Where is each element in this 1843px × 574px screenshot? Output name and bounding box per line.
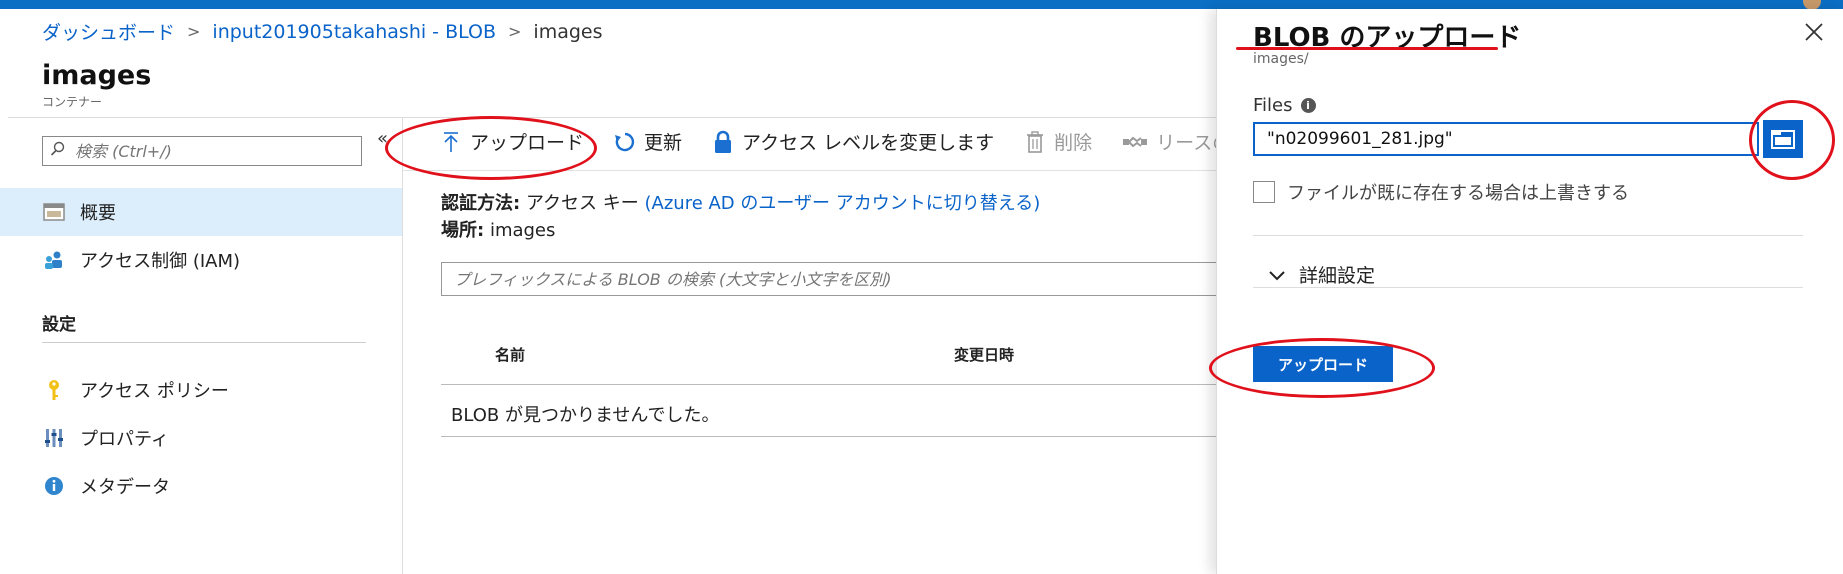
files-label-text: Files [1253,95,1293,116]
breadcrumb-storage[interactable]: input201905takahashi - BLOB [212,21,496,43]
advanced-settings-toggle[interactable]: 詳細設定 [1269,261,1375,288]
column-header-modified[interactable]: 変更日時 [954,344,1014,365]
breadcrumb-dashboard[interactable]: ダッシュボード [42,18,175,45]
search-icon [43,141,73,161]
overwrite-checkbox[interactable] [1253,181,1275,203]
location-value: images [489,220,556,241]
blob-search-input[interactable] [452,268,1216,290]
breadcrumb-separator: > [187,22,201,41]
refresh-button[interactable]: 更新 [614,128,682,155]
key-icon [42,378,66,402]
delete-button[interactable]: 削除 [1024,128,1092,155]
sidebar-item-label: プロパティ [80,429,169,450]
properties-icon [42,426,66,450]
sidebar-item-metadata[interactable]: メタデータ [0,462,402,510]
auth-value: アクセス キー [525,193,639,214]
advanced-settings-label: 詳細設定 [1299,265,1376,287]
refresh-icon [614,130,636,154]
empty-message: BLOB が見つかりませんでした。 [451,405,720,426]
close-icon[interactable] [1804,21,1824,47]
breadcrumb: ダッシュボード > input201905takahashi - BLOB > … [42,18,603,45]
divider [402,170,1218,171]
sidebar-item-properties[interactable]: プロパティ [0,414,402,462]
files-label: Files i [1253,95,1316,116]
iam-icon [42,248,66,272]
sidebar-item-label: 概要 [80,203,116,224]
info-icon[interactable]: i [1300,98,1316,113]
sidebar-item-label: アクセス制御 (IAM) [80,251,241,272]
sidebar-item-overview[interactable]: 概要 [0,188,402,236]
blade-title: BLOB のアップロード [1253,23,1522,53]
sidebar-item-label: アクセス ポリシー [80,381,229,402]
chevron-down-icon [1269,264,1285,286]
file-path-input[interactable]: "n02099601_281.jpg" [1253,122,1759,156]
lock-icon [712,130,734,154]
upload-button[interactable]: アップロード [1253,346,1393,382]
upload-blob-blade: BLOB のアップロード images/ Files i "n02099601_… [1216,9,1843,574]
overwrite-option: ファイルが既に存在する場合は上書きする [1253,179,1629,205]
sidebar-item-access-policy[interactable]: アクセス ポリシー [0,366,402,414]
location-label: 場所: [441,220,485,241]
sidebar-search[interactable] [42,136,362,166]
upload-icon [440,130,462,154]
folder-icon [1771,130,1795,149]
location: 場所: images [441,216,555,242]
column-header-name[interactable]: 名前 [495,344,525,365]
overwrite-label: ファイルが既に存在する場合は上書きする [1287,183,1629,204]
change-access-level-label: アクセス レベルを変更します [742,132,995,154]
page-subtitle: コンテナー [42,95,103,109]
divider [1253,235,1803,236]
upload-toolbar-button[interactable]: アップロード [440,128,584,155]
refresh-label: 更新 [644,132,683,154]
info-icon [42,474,66,498]
switch-to-azure-ad-link[interactable]: (Azure AD のユーザー アカウントに切り替える) [645,193,1041,214]
toolbar: アップロード 更新 アクセス レベルを変更します 削除 リースの取得 [440,128,1269,155]
delete-label: 削除 [1054,132,1093,154]
page-title: images [42,60,152,91]
breadcrumb-separator: > [508,22,522,41]
blade-subtitle: images/ [1253,51,1309,67]
section-label-settings: 設定 [42,315,76,335]
lease-icon [1122,130,1148,154]
auth-method: 認証方法: アクセス キー (Azure AD のユーザー アカウントに切り替え… [441,189,1040,215]
table-divider [441,436,1241,437]
breadcrumb-current: images [533,20,603,43]
top-bar [0,0,1843,10]
sidebar-search-input[interactable] [73,140,337,162]
collapse-sidebar-button[interactable]: « [377,128,388,149]
divider [42,342,366,343]
sidebar-item-iam[interactable]: アクセス制御 (IAM) [0,236,402,284]
blob-search[interactable] [441,262,1241,296]
browse-files-button[interactable] [1763,120,1803,158]
trash-icon [1024,130,1046,154]
table-divider [441,384,1241,385]
sidebar: « 概要 アクセス制御 (IAM) 設定 アクセス ポリシー プロパティ メタデ… [0,118,403,574]
sidebar-item-label: メタデータ [80,477,170,498]
overview-icon [42,200,66,224]
upload-toolbar-label: アップロード [470,132,585,154]
change-access-level-button[interactable]: アクセス レベルを変更します [712,128,994,155]
divider [1253,287,1803,288]
auth-label: 認証方法: [441,193,521,214]
